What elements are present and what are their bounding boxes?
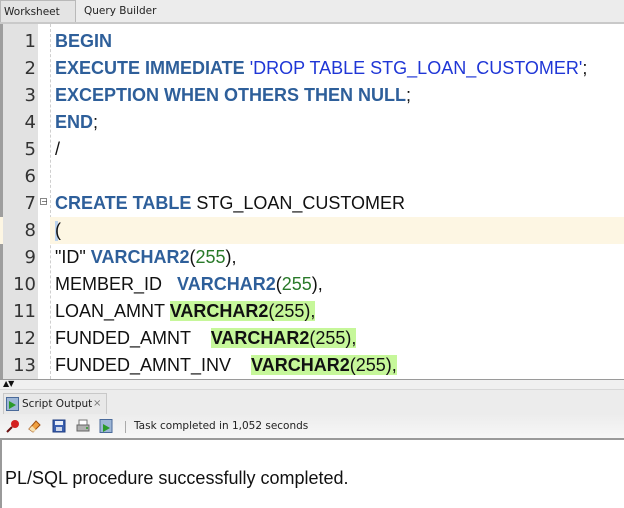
code-line[interactable]: 5/ <box>0 136 624 163</box>
code-token: VARCHAR2 <box>90 247 190 267</box>
highlight-match: VARCHAR2 <box>251 355 350 375</box>
highlight-match: VARCHAR2 <box>169 301 269 321</box>
output-toolbar: Task completed in 1,052 seconds <box>0 414 624 440</box>
code-line[interactable]: 7− CREATE TABLE STG_LOAN_CUSTOMER <box>0 190 624 217</box>
output-tabbar: Script Output × <box>0 389 624 415</box>
run-script-icon[interactable] <box>99 419 113 433</box>
code-text: FUNDED_AMNT VARCHAR2(255), <box>55 325 357 352</box>
code-token: FUNDED_AMNT <box>55 328 211 348</box>
code-token: MEMBER_ID <box>55 274 178 294</box>
pin-icon[interactable] <box>6 419 20 433</box>
code-text: END; <box>55 109 98 136</box>
line-number: 9 <box>24 247 36 268</box>
code-token: EXECUTE IMMEDIATE <box>55 58 250 78</box>
output-message: PL/SQL procedure successfully completed. <box>5 468 349 488</box>
line-number: 11 <box>13 301 36 322</box>
line-number: 10 <box>13 274 36 295</box>
code-text: LOAN_AMNT VARCHAR2(255), <box>55 298 316 325</box>
code-token: BEGIN <box>55 31 113 51</box>
sql-editor[interactable]: 1 BEGIN 2 EXECUTE IMMEDIATE 'DROP TABLE STG… <box>0 24 624 379</box>
code-token: ; <box>93 112 99 132</box>
line-number: 7 <box>24 193 36 214</box>
line-number: 1 <box>24 31 36 52</box>
fold-current-bg <box>38 217 50 244</box>
code-token: CREATE TABLE <box>55 193 197 213</box>
code-line[interactable]: 3 EXCEPTION WHEN OTHERS THEN NULL; <box>0 82 624 109</box>
code-text: FUNDED_AMNT_INV VARCHAR2(255), <box>55 352 397 379</box>
script-output-icon <box>6 397 19 411</box>
code-text: CREATE TABLE STG_LOAN_CUSTOMER <box>55 190 405 217</box>
code-text: ( <box>55 217 61 244</box>
code-token: END <box>55 112 94 132</box>
tab-worksheet[interactable]: Worksheet <box>0 0 76 22</box>
code-token: ( <box>55 220 61 240</box>
code-line[interactable]: 11 LOAN_AMNT VARCHAR2(255), <box>0 298 624 325</box>
code-token: ; <box>406 85 412 105</box>
tab-script-output[interactable]: Script Output × <box>3 393 107 415</box>
code-line[interactable]: 6 <box>0 163 624 190</box>
code-token: / <box>55 139 61 159</box>
code-token: FUNDED_AMNT_INV <box>55 355 252 375</box>
code-text: MEMBER_ID VARCHAR2(255), <box>55 271 323 298</box>
code-token: VARCHAR2 <box>169 301 269 321</box>
code-text: / <box>55 136 60 163</box>
code-line[interactable]: 1 BEGIN <box>0 28 624 55</box>
code-line[interactable]: 8( <box>0 217 624 244</box>
line-number: 3 <box>24 85 36 106</box>
line-number: 13 <box>13 355 36 376</box>
code-token: VARCHAR2 <box>251 355 350 375</box>
code-line[interactable]: 10 MEMBER_ID VARCHAR2(255), <box>0 271 624 298</box>
code-token: 255 <box>195 247 226 267</box>
code-token: 255 <box>281 274 312 294</box>
code-token: (255), <box>349 355 397 375</box>
code-token: ; <box>582 58 588 78</box>
code-token: EXCEPTION WHEN OTHERS THEN NULL <box>55 85 407 105</box>
editor-tabbar: Worksheet Query Builder <box>0 0 624 24</box>
tab-query-builder[interactable]: Query Builder <box>84 0 156 22</box>
panel-splitter[interactable]: ▲▼ <box>0 379 624 389</box>
code-line[interactable]: 2 EXECUTE IMMEDIATE 'DROP TABLE STG_LOAN_… <box>0 55 624 82</box>
line-number: 12 <box>13 328 36 349</box>
code-token: ), <box>311 274 323 294</box>
code-line[interactable]: 13 FUNDED_AMNT_INV VARCHAR2(255), <box>0 352 624 379</box>
line-number: 4 <box>24 112 36 133</box>
code-line[interactable]: 9 "ID" VARCHAR2(255), <box>0 244 624 271</box>
task-status: Task completed in 1,052 seconds <box>134 420 309 432</box>
splitter-arrows-icon[interactable]: ▲▼ <box>3 380 14 388</box>
code-token: (255), <box>309 328 357 348</box>
code-text: EXCEPTION WHEN OTHERS THEN NULL; <box>55 82 411 109</box>
highlight-match: VARCHAR2 <box>210 328 310 348</box>
save-icon[interactable] <box>52 419 66 433</box>
code-token: VARCHAR2 <box>177 274 276 294</box>
line-number: 8 <box>24 220 36 241</box>
line-number: 2 <box>24 58 36 79</box>
code-text: "ID" VARCHAR2(255), <box>55 244 237 271</box>
eraser-icon[interactable] <box>27 419 41 433</box>
line-number: 5 <box>24 139 36 160</box>
toolbar-separator <box>125 421 126 433</box>
code-token: ), <box>225 247 237 267</box>
script-output-label: Script Output <box>22 398 93 410</box>
highlight-match: (255), <box>268 301 316 321</box>
code-line[interactable]: 4 END; <box>0 109 624 136</box>
code-token: LOAN_AMNT <box>55 301 170 321</box>
highlight-match: (255), <box>349 355 397 375</box>
fold-toggle-icon[interactable]: − <box>40 198 48 206</box>
line-number: 6 <box>24 166 36 187</box>
code-text: EXECUTE IMMEDIATE 'DROP TABLE STG_LOAN_C… <box>55 55 587 82</box>
print-icon[interactable] <box>76 419 90 433</box>
code-token: 'DROP TABLE STG_LOAN_CUSTOMER' <box>249 58 583 78</box>
code-text: BEGIN <box>55 28 112 55</box>
script-output-area[interactable]: PL/SQL procedure successfully completed. <box>0 440 624 508</box>
code-line[interactable]: 12 FUNDED_AMNT VARCHAR2(255), <box>0 325 624 352</box>
code-token: "ID" <box>55 247 91 267</box>
code-token: (255), <box>268 301 316 321</box>
highlight-match: (255), <box>309 328 357 348</box>
code-token: STG_LOAN_CUSTOMER <box>196 193 406 213</box>
close-icon[interactable]: × <box>93 394 101 414</box>
code-token: VARCHAR2 <box>210 328 310 348</box>
